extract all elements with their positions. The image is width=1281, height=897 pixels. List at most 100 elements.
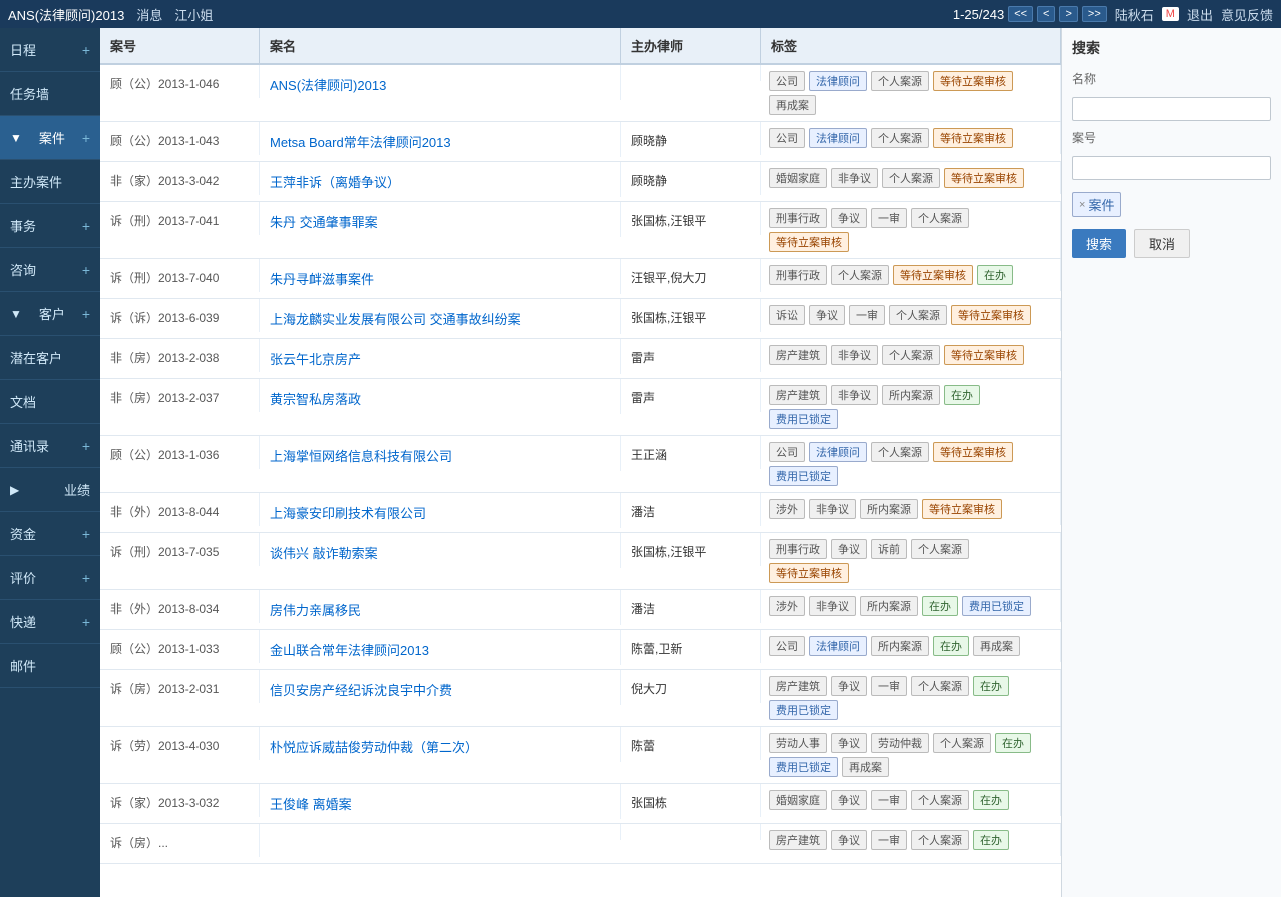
- sidebar-item-performance[interactable]: ▶ 业绩: [0, 468, 100, 512]
- tag[interactable]: 费用已锁定: [769, 409, 838, 429]
- feedback-button[interactable]: 意见反馈: [1221, 5, 1273, 24]
- tag[interactable]: 非争议: [809, 499, 856, 519]
- sidebar-item-consult[interactable]: 咨询 +: [0, 248, 100, 292]
- tag[interactable]: 个人案源: [911, 676, 969, 696]
- tag[interactable]: 在办: [973, 830, 1009, 850]
- sidebar-item-finance[interactable]: 资金 +: [0, 512, 100, 556]
- sidebar-item-clients[interactable]: ▼ 客户 +: [0, 292, 100, 336]
- tag[interactable]: 在办: [977, 265, 1013, 285]
- tag[interactable]: 非争议: [831, 168, 878, 188]
- case-name-cell[interactable]: 王萍非诉（离婚争议）: [260, 162, 621, 197]
- tag[interactable]: 个人案源: [871, 71, 929, 91]
- case-name-cell[interactable]: 房伟力亲属移民: [260, 590, 621, 625]
- tag[interactable]: 在办: [995, 733, 1031, 753]
- tag[interactable]: 婚姻家庭: [769, 168, 827, 188]
- logout-button[interactable]: 退出: [1187, 5, 1213, 24]
- cancel-button[interactable]: 取消: [1134, 229, 1190, 258]
- tag[interactable]: 法律顾问: [809, 442, 867, 462]
- tag[interactable]: 所内案源: [871, 636, 929, 656]
- tag[interactable]: 公司: [769, 71, 805, 91]
- tag[interactable]: 房产建筑: [769, 345, 827, 365]
- pagination-next[interactable]: >: [1059, 6, 1077, 22]
- case-name-cell[interactable]: 朴悦应诉威喆俊劳动仲裁（第二次）: [260, 727, 621, 762]
- tag[interactable]: 等待立案审核: [922, 499, 1002, 519]
- tag[interactable]: 非争议: [831, 345, 878, 365]
- tag[interactable]: 等待立案审核: [951, 305, 1031, 325]
- sidebar-item-docs[interactable]: 文档: [0, 380, 100, 424]
- tag[interactable]: 争议: [831, 830, 867, 850]
- case-name-cell[interactable]: 谈伟兴 敲诈勒索案: [260, 533, 621, 568]
- tag[interactable]: 房产建筑: [769, 676, 827, 696]
- search-caseno-input[interactable]: [1072, 156, 1271, 180]
- tag[interactable]: 再成案: [973, 636, 1020, 656]
- tag[interactable]: 非争议: [831, 385, 878, 405]
- nav-messages[interactable]: 消息: [136, 5, 162, 24]
- pagination-first[interactable]: <<: [1008, 6, 1033, 22]
- tag[interactable]: 等待立案审核: [933, 128, 1013, 148]
- sidebar-item-schedule[interactable]: 日程 +: [0, 28, 100, 72]
- sidebar-item-mail[interactable]: 邮件: [0, 644, 100, 688]
- tag[interactable]: 在办: [973, 676, 1009, 696]
- case-name-cell[interactable]: 信贝安房产经纪诉沈良宇中介费: [260, 670, 621, 705]
- tag[interactable]: 个人案源: [871, 128, 929, 148]
- case-name-cell[interactable]: 上海豪安印刷技术有限公司: [260, 493, 621, 528]
- tag[interactable]: 法律顾问: [809, 636, 867, 656]
- tag[interactable]: 公司: [769, 636, 805, 656]
- case-name-cell[interactable]: 上海龙麟实业发展有限公司 交通事故纠纷案: [260, 299, 621, 334]
- case-name-cell[interactable]: Metsa Board常年法律顾问2013: [260, 122, 621, 157]
- tag[interactable]: 等待立案审核: [893, 265, 973, 285]
- sidebar-item-evaluation[interactable]: 评价 +: [0, 556, 100, 600]
- tag[interactable]: 劳动人事: [769, 733, 827, 753]
- tag[interactable]: 等待立案审核: [769, 563, 849, 583]
- case-name-cell[interactable]: 张云午北京房产: [260, 339, 621, 374]
- tag[interactable]: 等待立案审核: [769, 232, 849, 252]
- sidebar-item-express[interactable]: 快递 +: [0, 600, 100, 644]
- tag[interactable]: 个人案源: [911, 830, 969, 850]
- tag[interactable]: 非争议: [809, 596, 856, 616]
- tag[interactable]: 房产建筑: [769, 385, 827, 405]
- case-name-cell[interactable]: 上海掌恒网络信息科技有限公司: [260, 436, 621, 471]
- tag[interactable]: 在办: [933, 636, 969, 656]
- pagination-prev[interactable]: <: [1037, 6, 1055, 22]
- tag[interactable]: 法律顾问: [809, 128, 867, 148]
- tag-filter-remove[interactable]: ×: [1079, 199, 1085, 211]
- tag[interactable]: 争议: [831, 790, 867, 810]
- tag[interactable]: 个人案源: [889, 305, 947, 325]
- case-name-cell[interactable]: 金山联合常年法律顾问2013: [260, 630, 621, 665]
- sidebar-item-my-cases[interactable]: 主办案件: [0, 160, 100, 204]
- tag[interactable]: 在办: [922, 596, 958, 616]
- tag[interactable]: 个人案源: [911, 790, 969, 810]
- sidebar-item-taskwall[interactable]: 任务墙: [0, 72, 100, 116]
- tag[interactable]: 一审: [871, 676, 907, 696]
- tag[interactable]: 争议: [809, 305, 845, 325]
- tag[interactable]: 刑事行政: [769, 539, 827, 559]
- case-name-cell[interactable]: [260, 824, 621, 840]
- tag[interactable]: 房产建筑: [769, 830, 827, 850]
- tag[interactable]: 费用已锁定: [962, 596, 1031, 616]
- tag[interactable]: 法律顾问: [809, 71, 867, 91]
- case-name-cell[interactable]: ANS(法律顾问)2013: [260, 65, 621, 100]
- tag[interactable]: 所内案源: [860, 499, 918, 519]
- nav-user-name[interactable]: 江小姐: [174, 5, 213, 24]
- tag[interactable]: 争议: [831, 539, 867, 559]
- tag[interactable]: 个人案源: [882, 168, 940, 188]
- tag[interactable]: 争议: [831, 676, 867, 696]
- sidebar-item-cases[interactable]: ▼ 案件 +: [0, 116, 100, 160]
- sidebar-item-potential-clients[interactable]: 潜在客户: [0, 336, 100, 380]
- tag[interactable]: 劳动仲裁: [871, 733, 929, 753]
- tag[interactable]: 婚姻家庭: [769, 790, 827, 810]
- tag[interactable]: 个人案源: [871, 442, 929, 462]
- tag[interactable]: 等待立案审核: [933, 71, 1013, 91]
- tag[interactable]: 个人案源: [882, 345, 940, 365]
- search-name-input[interactable]: [1072, 97, 1271, 121]
- tag[interactable]: 在办: [973, 790, 1009, 810]
- tag[interactable]: 涉外: [769, 596, 805, 616]
- tag[interactable]: 个人案源: [831, 265, 889, 285]
- tag[interactable]: 再成案: [842, 757, 889, 777]
- tag[interactable]: 个人案源: [933, 733, 991, 753]
- sidebar-item-contacts[interactable]: 通讯录 +: [0, 424, 100, 468]
- tag[interactable]: 刑事行政: [769, 208, 827, 228]
- tag[interactable]: 争议: [831, 733, 867, 753]
- tag[interactable]: 刑事行政: [769, 265, 827, 285]
- case-name-cell[interactable]: 王俊峰 离婚案: [260, 784, 621, 819]
